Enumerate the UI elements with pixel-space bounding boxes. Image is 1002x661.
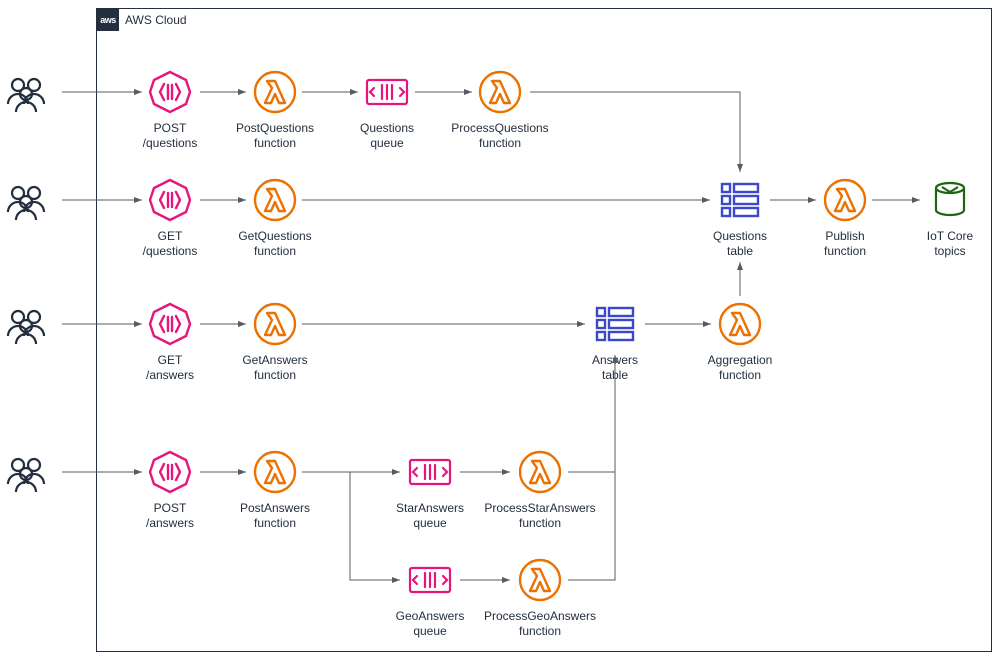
label: function <box>519 516 561 530</box>
api-get-answers: GET/answers <box>125 302 215 383</box>
fn-process-star-answers: ProcessStarAnswersfunction <box>476 450 604 531</box>
lambda-icon <box>253 450 297 494</box>
label: Questions <box>360 121 414 135</box>
api-gateway-icon <box>148 178 192 222</box>
label: queue <box>370 136 403 150</box>
api-get-questions: GET/questions <box>125 178 215 259</box>
label: function <box>254 136 296 150</box>
lambda-icon <box>478 70 522 114</box>
label: queue <box>413 516 446 530</box>
queue-questions: Questionsqueue <box>342 70 432 151</box>
lambda-icon <box>718 302 762 346</box>
api-post-answers: POST/answers <box>125 450 215 531</box>
users-icon <box>3 178 47 222</box>
label: Answers <box>592 353 638 367</box>
lambda-icon <box>253 302 297 346</box>
aws-logo-icon: aws <box>97 9 119 31</box>
label: GET <box>158 353 183 367</box>
label: StarAnswers <box>396 501 464 515</box>
api-gateway-icon <box>148 302 192 346</box>
label: /questions <box>143 244 198 258</box>
label: table <box>602 368 628 382</box>
users-icon <box>3 450 47 494</box>
fn-post-questions: PostQuestionsfunction <box>230 70 320 151</box>
queue-geo-answers: GeoAnswersqueue <box>385 558 475 639</box>
label: topics <box>934 244 965 258</box>
label: Aggregation <box>708 353 773 367</box>
label: POST <box>154 501 187 515</box>
label: function <box>519 624 561 638</box>
fn-process-questions: ProcessQuestionsfunction <box>440 70 560 151</box>
lambda-icon <box>253 178 297 222</box>
label: ProcessStarAnswers <box>484 501 595 515</box>
users-group-4 <box>0 450 60 497</box>
label: ProcessQuestions <box>451 121 548 135</box>
table-questions: Questionstable <box>695 178 785 259</box>
label: /questions <box>143 136 198 150</box>
label: PostQuestions <box>236 121 314 135</box>
aws-cloud-label: AWS Cloud <box>119 13 187 27</box>
label: function <box>254 368 296 382</box>
label: function <box>254 244 296 258</box>
table-answers: Answerstable <box>570 302 660 383</box>
sqs-icon <box>365 70 409 114</box>
sqs-icon <box>408 450 452 494</box>
label: GeoAnswers <box>396 609 465 623</box>
label: IoT Core <box>927 229 973 243</box>
label: function <box>719 368 761 382</box>
api-gateway-icon <box>148 450 192 494</box>
fn-publish: Publishfunction <box>800 178 890 259</box>
label: Publish <box>825 229 864 243</box>
lambda-icon <box>518 450 562 494</box>
label: GetQuestions <box>238 229 311 243</box>
api-gateway-icon <box>148 70 192 114</box>
users-group-1 <box>0 70 60 117</box>
users-icon <box>3 70 47 114</box>
dynamodb-icon <box>593 302 637 346</box>
fn-get-questions: GetQuestionsfunction <box>230 178 320 259</box>
label: PostAnswers <box>240 501 310 515</box>
aws-cloud-tag: aws AWS Cloud <box>97 9 187 31</box>
iot-core-topics: IoT Coretopics <box>905 178 995 259</box>
fn-process-geo-answers: ProcessGeoAnswersfunction <box>476 558 604 639</box>
aws-logo-text: aws <box>100 15 116 25</box>
sqs-icon <box>408 558 452 602</box>
label: table <box>727 244 753 258</box>
queue-star-answers: StarAnswersqueue <box>385 450 475 531</box>
users-group-3 <box>0 302 60 349</box>
label: function <box>254 516 296 530</box>
lambda-icon <box>823 178 867 222</box>
label: GetAnswers <box>242 353 307 367</box>
dynamodb-icon <box>718 178 762 222</box>
fn-aggregation: Aggregationfunction <box>695 302 785 383</box>
label: queue <box>413 624 446 638</box>
label: function <box>824 244 866 258</box>
label: POST <box>154 121 187 135</box>
label: Questions <box>713 229 767 243</box>
api-post-questions: POST/questions <box>125 70 215 151</box>
lambda-icon <box>253 70 297 114</box>
users-group-2 <box>0 178 60 225</box>
label: /answers <box>146 368 194 382</box>
iot-core-icon <box>928 178 972 222</box>
fn-post-answers: PostAnswersfunction <box>230 450 320 531</box>
label: /answers <box>146 516 194 530</box>
label: ProcessGeoAnswers <box>484 609 596 623</box>
label: GET <box>158 229 183 243</box>
fn-get-answers: GetAnswersfunction <box>230 302 320 383</box>
users-icon <box>3 302 47 346</box>
label: function <box>479 136 521 150</box>
lambda-icon <box>518 558 562 602</box>
